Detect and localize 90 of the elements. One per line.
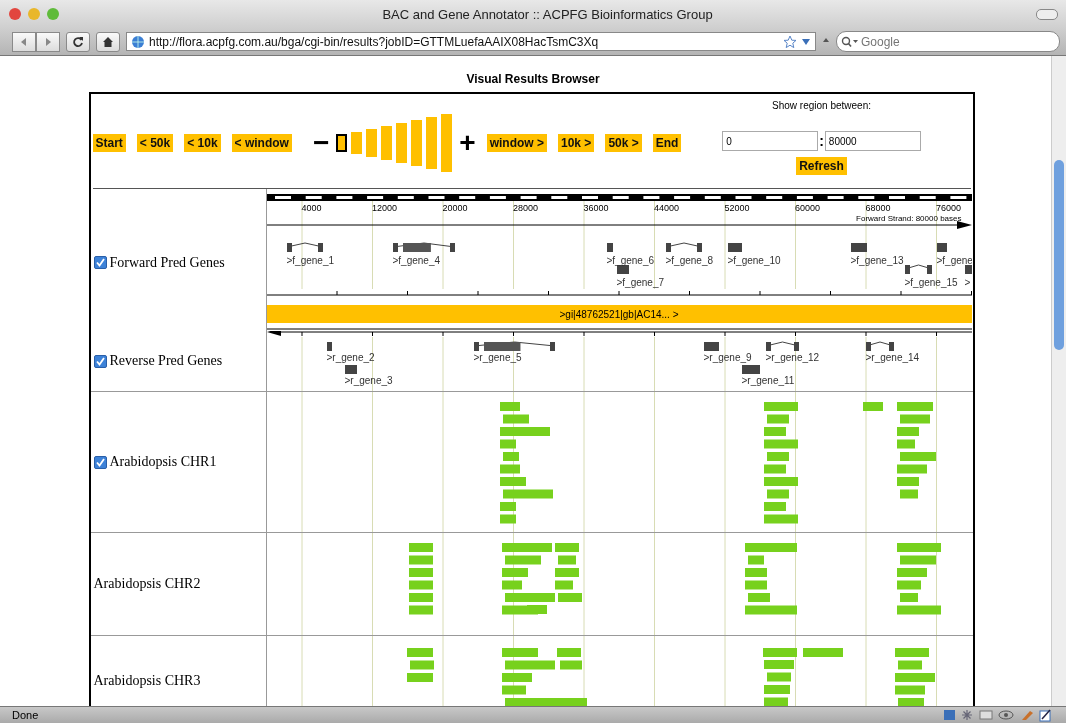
- gene-glyph[interactable]: [904, 264, 932, 274]
- window-title: BAC and Gene Annotator :: ACPFG Bioinformatics Group: [381, 6, 714, 22]
- search-icon: [841, 35, 859, 48]
- track-checkbox[interactable]: [93, 256, 107, 269]
- gene-label[interactable]: >r_gene_3: [344, 375, 393, 386]
- navigation-button[interactable]: < 10k: [184, 134, 221, 152]
- gene-label[interactable]: >f_gene_7: [616, 277, 665, 288]
- gene-glyph[interactable]: [665, 242, 702, 252]
- gene-glyph[interactable]: [741, 365, 760, 374]
- separator: :: [819, 133, 824, 149]
- region-end-field[interactable]: 80000: [824, 131, 921, 151]
- gene-glyph[interactable]: [727, 243, 742, 252]
- address-field[interactable]: http://flora.acpfg.com.au/bga/cgi-bin/results?jobID=GTTMLuefaAAIX08HacTsmC3Xq: [126, 32, 816, 51]
- page-heading: Visual Results Browser: [466, 72, 600, 86]
- navigation-button[interactable]: 10k >: [558, 134, 595, 152]
- tick-label: 4000: [301, 203, 322, 213]
- gene-label[interactable]: >r_gene_14: [865, 352, 920, 363]
- toolbar-toggle-button[interactable]: [1036, 8, 1058, 20]
- gene-glyph[interactable]: [286, 242, 323, 252]
- track-label: Arabidopsis CHR2: [93, 576, 201, 592]
- track-checkbox[interactable]: [93, 354, 107, 368]
- navigation-button[interactable]: window >: [486, 134, 547, 152]
- tick-label: 76000: [936, 203, 962, 213]
- navigation-button[interactable]: End: [652, 134, 682, 152]
- gene-glyph[interactable]: [326, 342, 332, 351]
- gene-glyph[interactable]: [936, 243, 947, 252]
- gene-glyph[interactable]: [865, 341, 894, 351]
- dropdown-icon[interactable]: [801, 36, 811, 47]
- gene-label[interactable]: >f_gene_4: [392, 255, 441, 266]
- gene-label[interactable]: >r_gene_9: [703, 352, 752, 363]
- vertical-scrollbar[interactable]: [1051, 56, 1066, 706]
- track-label: Forward Pred Genes: [109, 254, 225, 271]
- gene-label[interactable]: >f_gene_10: [727, 255, 781, 266]
- track-label: Reverse Pred Genes: [109, 353, 223, 369]
- gene-label[interactable]: >r_gene_5: [473, 352, 522, 363]
- gene-label[interactable]: >f_gene_13: [850, 255, 904, 266]
- status-text: Done: [12, 709, 39, 721]
- gene-label[interactable]: >r_gene_12: [765, 352, 820, 363]
- strand-caption: Forward Strand: 80000 bases: [856, 214, 962, 223]
- home-icon: [102, 35, 114, 48]
- gene-label[interactable]: >f_gene_1: [286, 255, 335, 266]
- zoom-in-button[interactable]: +: [459, 129, 476, 157]
- region-start-field[interactable]: 0: [722, 131, 819, 151]
- gene-glyph[interactable]: [392, 242, 455, 252]
- forward-button[interactable]: [36, 31, 60, 52]
- gene-glyph[interactable]: [850, 243, 867, 252]
- back-button[interactable]: [12, 31, 36, 52]
- forward-arrow-icon: [43, 36, 53, 47]
- gene-glyph[interactable]: [765, 341, 799, 351]
- tick-label: 28000: [513, 203, 539, 213]
- tick-label: 52000: [724, 203, 750, 213]
- navigation-button[interactable]: < window: [231, 134, 292, 152]
- search-field[interactable]: Google: [836, 31, 1060, 52]
- navigation-button[interactable]: 50k >: [605, 134, 642, 152]
- tick-label: 44000: [654, 203, 680, 213]
- gene-glyph[interactable]: [606, 243, 613, 252]
- tick-label: 68000: [865, 203, 891, 213]
- zoom-level-step[interactable]: [336, 134, 348, 152]
- navigation-button[interactable]: < 50k: [136, 134, 174, 152]
- gene-glyph[interactable]: [344, 365, 357, 374]
- gene-label[interactable]: >f_gene_6: [606, 255, 655, 266]
- star-icon[interactable]: [783, 34, 797, 49]
- track-label: Arabidopsis CHR1: [109, 454, 217, 470]
- tick-label: 36000: [583, 203, 609, 213]
- gene-glyph[interactable]: [473, 341, 555, 351]
- gene-label[interactable]: >: [964, 277, 971, 288]
- back-arrow-icon: [19, 36, 29, 47]
- reload-icon: [72, 35, 84, 48]
- gene-glyph[interactable]: [964, 265, 972, 274]
- gene-glyph[interactable]: [703, 342, 719, 351]
- zoom-out-button[interactable]: −: [312, 129, 330, 157]
- tick-label: 12000: [372, 203, 398, 213]
- url-text: http://flora.acpfg.com.au/bga/cgi-bin/results?jobID=GTTMLuefaAAIX08HacTsmC3Xq: [149, 34, 600, 49]
- gene-label[interactable]: >f_gene_8: [665, 255, 714, 266]
- gene-label[interactable]: >f_gene_15: [904, 277, 958, 288]
- track-checkbox[interactable]: [93, 455, 107, 469]
- globe-icon: [131, 34, 145, 49]
- gene-glyph[interactable]: [616, 265, 629, 274]
- close-button[interactable]: [9, 8, 21, 20]
- refresh-button[interactable]: Refresh: [796, 157, 847, 175]
- tick-label: 20000: [442, 203, 468, 213]
- track-label: Arabidopsis CHR3: [93, 673, 201, 689]
- gene-label[interactable]: >r_gene_11: [741, 375, 795, 386]
- sequence-bar[interactable]: >gi|48762521|gb|AC14... >: [266, 305, 972, 323]
- region-label: Show region between:: [772, 100, 871, 111]
- navigation-button[interactable]: Start: [92, 134, 126, 152]
- tick-label: 60000: [795, 203, 821, 213]
- home-button[interactable]: [96, 31, 120, 52]
- gene-label[interactable]: >r_gene_2: [326, 352, 375, 363]
- reload-button[interactable]: [66, 31, 90, 52]
